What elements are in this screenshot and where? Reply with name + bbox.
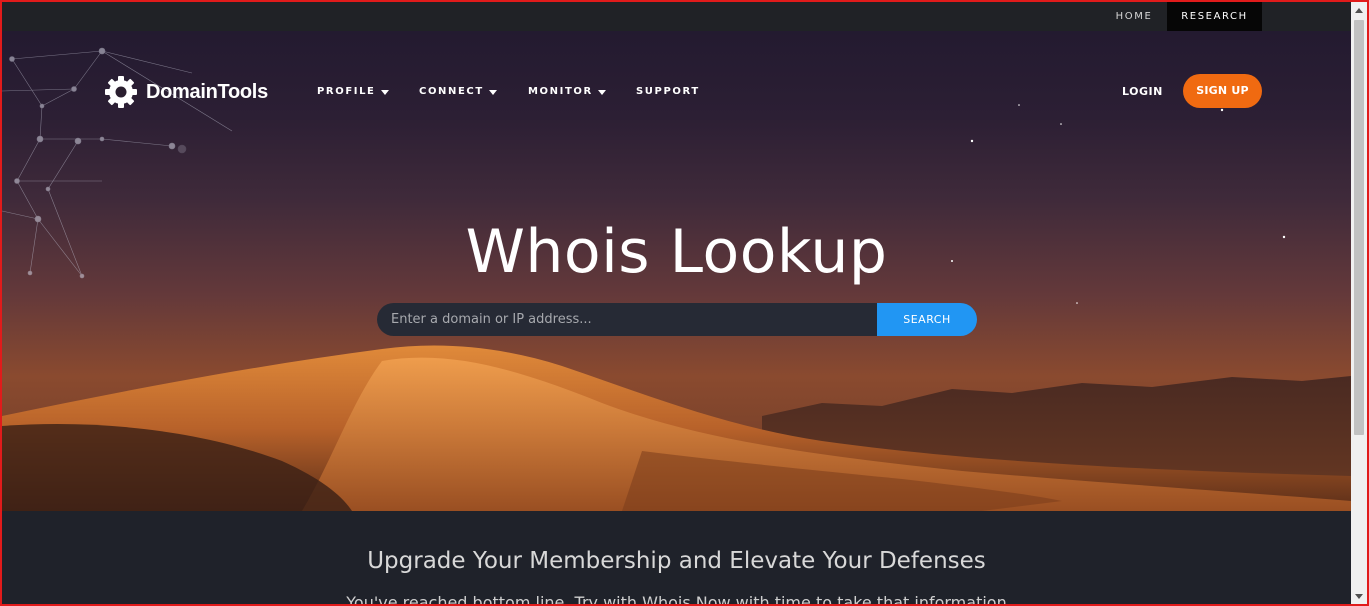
caret-down-icon xyxy=(597,89,606,95)
nav-profile[interactable]: PROFILE xyxy=(317,83,389,101)
scroll-down-arrow-icon[interactable] xyxy=(1351,588,1367,604)
nav-support[interactable]: SUPPORT xyxy=(636,83,700,101)
nav-profile-label: PROFILE xyxy=(317,86,376,97)
upgrade-heading: Upgrade Your Membership and Elevate Your… xyxy=(367,548,986,574)
top-utility-bar: HOME RESEARCH xyxy=(2,2,1351,31)
search-button[interactable]: SEARCH xyxy=(877,303,977,336)
hero-section: DomainTools PROFILE CONNECT MONITOR SUPP… xyxy=(2,31,1351,511)
nav-support-label: SUPPORT xyxy=(636,86,700,97)
caret-down-icon xyxy=(380,89,389,95)
signup-button[interactable]: SIGN UP xyxy=(1183,74,1262,108)
topbar-research-link[interactable]: RESEARCH xyxy=(1167,2,1262,31)
upgrade-subtext: You've reached bottom line. Try with Who… xyxy=(346,593,1007,606)
gear-icon xyxy=(105,76,137,108)
nav-monitor[interactable]: MONITOR xyxy=(528,83,606,101)
domain-search-input[interactable] xyxy=(377,303,877,336)
page-title: Whois Lookup xyxy=(465,217,888,287)
vertical-scrollbar[interactable] xyxy=(1351,2,1367,604)
search-bar: SEARCH xyxy=(377,303,977,336)
topbar-home-link[interactable]: HOME xyxy=(1102,2,1166,31)
scroll-thumb[interactable] xyxy=(1354,20,1364,435)
nav-connect-label: CONNECT xyxy=(419,86,484,97)
nav-monitor-label: MONITOR xyxy=(528,86,593,97)
nav-connect[interactable]: CONNECT xyxy=(419,83,497,101)
domaintools-logo[interactable]: DomainTools xyxy=(104,74,268,110)
upgrade-section: Upgrade Your Membership and Elevate Your… xyxy=(2,511,1351,606)
scroll-up-arrow-icon[interactable] xyxy=(1351,2,1367,18)
brand-name: DomainTools xyxy=(146,80,268,103)
login-link[interactable]: LOGIN xyxy=(1122,83,1163,101)
caret-down-icon xyxy=(488,89,497,95)
